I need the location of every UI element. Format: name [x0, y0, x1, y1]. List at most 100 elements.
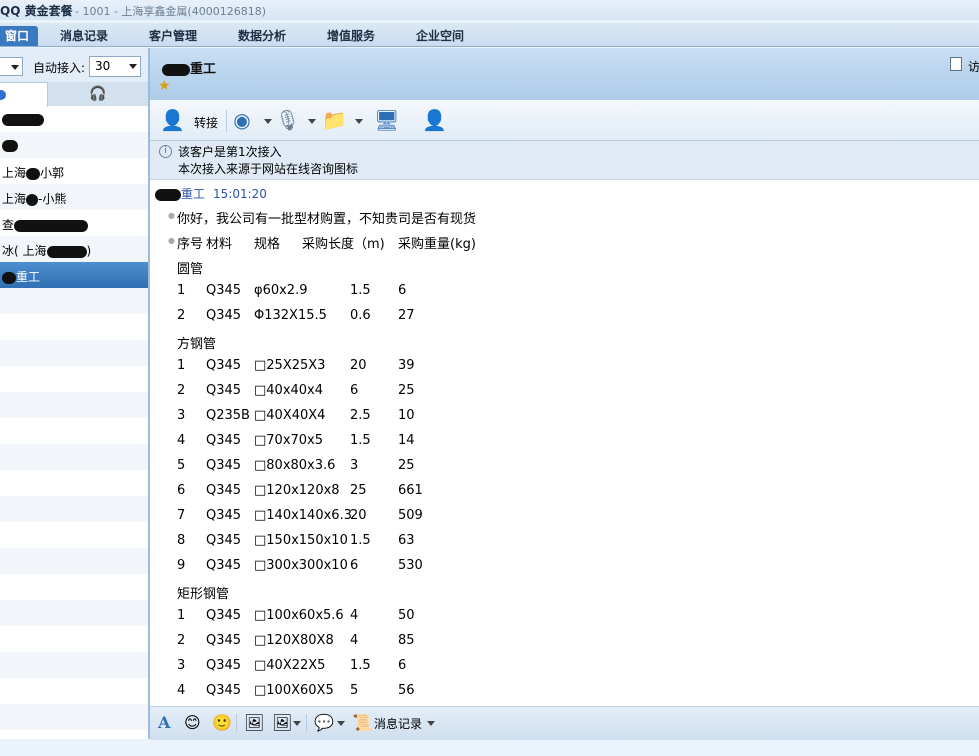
empty-row — [0, 314, 148, 340]
quick-reply-icon[interactable]: 💬 — [314, 713, 334, 733]
contact-item[interactable]: 冰( 上海) — [0, 236, 148, 262]
table-header-cell: 采购长度（m) — [302, 237, 385, 252]
chat-header: 重工 ★ 访 — [150, 48, 979, 100]
contact-name: 冰( 上海 — [2, 244, 47, 258]
table-cell: □40X40X4 — [254, 408, 326, 423]
empty-row — [0, 496, 148, 522]
redacted-mark — [26, 193, 39, 206]
empty-row — [0, 418, 148, 444]
contact-item[interactable]: 查 — [0, 210, 148, 236]
table-header-cell: 规格 — [254, 237, 281, 252]
auto-accept-select[interactable]: 30 — [89, 56, 141, 77]
chevron-down-icon[interactable] — [264, 119, 272, 124]
contact-list: 上海 小郭 上海 -小熊 查 冰( 上海) 重工 — [0, 106, 148, 756]
empty-row — [0, 444, 148, 470]
contact-item[interactable] — [0, 106, 148, 132]
table-cell: 1 — [177, 283, 186, 298]
magic-emoji-icon[interactable]: 🙂 — [212, 713, 232, 733]
table-cell: 25 — [398, 458, 415, 473]
message-history-button[interactable]: 消息记录 — [374, 715, 422, 732]
remote-desktop-icon[interactable]: 🖥 — [374, 108, 399, 132]
tab-value-added-services[interactable]: 增值服务 — [327, 26, 375, 46]
chevron-down-icon[interactable] — [308, 119, 316, 124]
table-cell: 25 — [398, 383, 415, 398]
empty-row — [0, 470, 148, 496]
section-title: 矩形钢管 — [177, 587, 230, 602]
status-select[interactable] — [0, 57, 23, 76]
table-cell: 2.5 — [350, 408, 371, 423]
table-cell: 20 — [350, 508, 367, 523]
add-contact-icon[interactable]: 👤 — [422, 108, 447, 132]
table-cell: 1.5 — [350, 283, 371, 298]
table-cell: □150x150x10 — [254, 533, 348, 548]
chevron-down-icon[interactable] — [293, 721, 301, 726]
notice-first-visit: 该客户是第1次接入 — [178, 145, 282, 159]
toolbar-divider — [236, 714, 237, 732]
chevron-down-icon — [11, 65, 19, 70]
section-title: 圆管 — [177, 262, 204, 277]
table-cell: 6 — [350, 383, 359, 398]
table-cell: 27 — [398, 308, 415, 323]
screenshot-icon[interactable]: 🖼 — [272, 713, 292, 733]
contact-name: 上海 — [2, 192, 27, 206]
contact-suffix: 小郭 — [40, 166, 65, 180]
sidebar-controls: 自动接入: 30 — [0, 48, 148, 82]
empty-row — [0, 626, 148, 652]
table-cell: Q345 — [206, 483, 242, 498]
table-cell: Φ132X15.5 — [254, 308, 327, 323]
message-sender: 重工 — [181, 187, 206, 201]
tab-customer-management[interactable]: 客户管理 — [149, 26, 197, 46]
tab-window[interactable]: 窗口 — [0, 26, 38, 46]
tab-enterprise-space[interactable]: 企业空间 — [416, 26, 464, 46]
table-cell: 50 — [398, 608, 415, 623]
font-icon[interactable]: A — [158, 713, 170, 733]
table-cell: □70x70x5 — [254, 433, 324, 448]
contact-suffix: -小熊 — [38, 192, 67, 206]
title-bar: QQ 黄金套餐 - 1001 - 上海享鑫金属(4000126818) — [0, 0, 979, 20]
chat-panel: 重工 ★ 访 👤 转接 ◉ 🎙 📁 🖥 👤 i 该客户是第1次接入 本次接入来源… — [150, 48, 979, 739]
transfer-button[interactable]: 转接 — [194, 114, 218, 138]
empty-row — [0, 288, 148, 314]
redacted-mark — [2, 271, 16, 284]
tab-data-analysis[interactable]: 数据分析 — [238, 26, 286, 46]
history-icon[interactable]: 📜 — [352, 713, 372, 733]
star-icon[interactable]: ★ — [158, 78, 171, 94]
webcam-icon[interactable]: ◉ — [230, 108, 254, 132]
image-icon[interactable]: 🖼 — [244, 713, 264, 733]
contact-item[interactable]: 上海 小郭 — [0, 158, 148, 184]
table-cell: φ60x2.9 — [254, 283, 308, 298]
chevron-down-icon[interactable] — [427, 721, 435, 726]
contact-item[interactable] — [0, 132, 148, 158]
app-subtitle: - 1001 - 上海享鑫金属(4000126818) — [75, 5, 266, 18]
empty-row — [0, 340, 148, 366]
app-title: QQ 黄金套餐 — [0, 4, 73, 18]
contact-item-active[interactable]: 重工 — [0, 262, 148, 288]
table-cell: Q345 — [206, 558, 242, 573]
header-right-label[interactable]: 访 — [968, 58, 979, 75]
chat-contact-label: 重工 — [190, 62, 217, 77]
contact-suffix: ) — [86, 244, 92, 258]
table-cell: Q235B — [206, 408, 250, 423]
microphone-icon[interactable]: 🎙 — [275, 108, 300, 132]
auto-accept-value: 30 — [95, 59, 111, 73]
redacted-mark — [155, 188, 181, 201]
document-icon[interactable] — [950, 57, 962, 71]
chevron-down-icon[interactable] — [355, 119, 363, 124]
toolbar-divider — [226, 110, 227, 132]
emoji-icon[interactable]: 😊 — [184, 713, 201, 733]
transfer-user-icon[interactable]: 👤 — [160, 108, 185, 132]
visitor-notice: i 该客户是第1次接入 本次接入来源于网站在线咨询图标 — [150, 141, 979, 180]
table-cell: 85 — [398, 633, 415, 648]
tab-online-visitors[interactable] — [0, 82, 48, 107]
folder-icon[interactable]: 📁 — [322, 108, 347, 132]
table-cell: 4 — [350, 633, 359, 648]
toolbar-divider — [306, 714, 307, 732]
table-cell: 1.5 — [350, 433, 371, 448]
table-cell: 3 — [177, 408, 186, 423]
chevron-down-icon[interactable] — [337, 721, 345, 726]
tab-queue[interactable]: 🎧 — [48, 82, 148, 106]
tab-message-history[interactable]: 消息记录 — [60, 26, 108, 46]
table-cell: 20 — [350, 358, 367, 373]
table-cell: □120X80X8 — [254, 633, 334, 648]
contact-item[interactable]: 上海 -小熊 — [0, 184, 148, 210]
